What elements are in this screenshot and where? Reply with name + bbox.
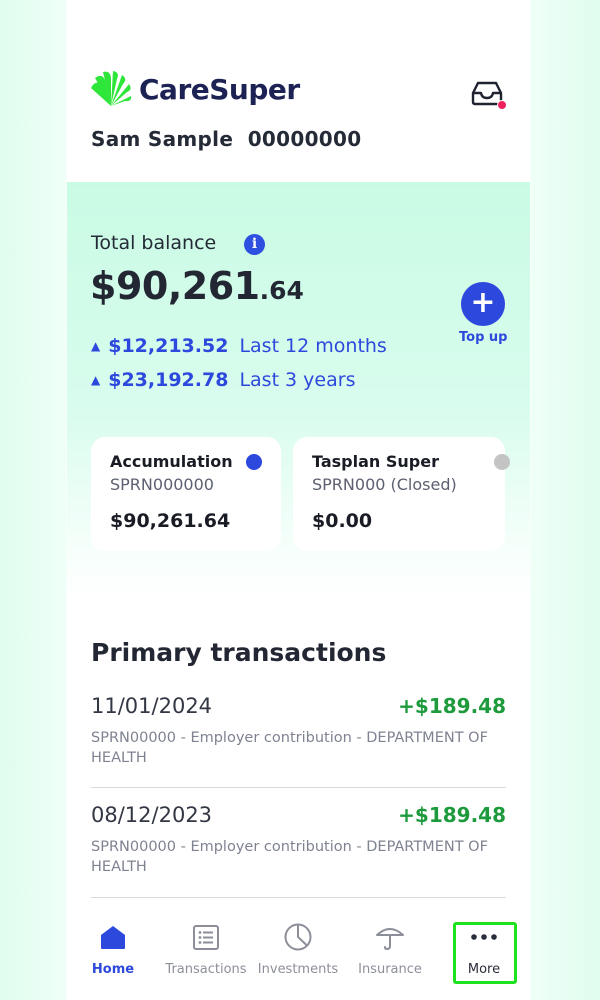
growth-value: $12,213.52 [108, 335, 229, 357]
account-card-tasplan[interactable]: Tasplan Super SPRN000 (Closed) $0.00 [293, 437, 510, 551]
member-info: Sam Sample 00000000 [91, 127, 361, 151]
growth-period: Last 3 years [239, 369, 356, 391]
member-number: 00000000 [247, 127, 362, 151]
account-indicator-dot [494, 454, 510, 470]
balance-cents: .64 [259, 276, 304, 305]
up-arrow-icon: ▲ [91, 339, 101, 353]
home-icon [101, 926, 125, 949]
member-name: Sam Sample [91, 127, 234, 151]
growth-3-years: ▲ $23,192.78 Last 3 years [91, 369, 355, 391]
account-sprn: SPRN000 (Closed) [312, 475, 457, 494]
transaction-date: 11/01/2024 [91, 694, 213, 718]
more-highlight-box [453, 922, 517, 984]
transaction-date: 08/12/2023 [91, 803, 213, 827]
app-screen: CareSuper Sam Sample 00000000 Total bala… [67, 0, 530, 1000]
umbrella-icon [376, 928, 404, 951]
nav-transactions[interactable]: Transactions [160, 920, 252, 977]
nav-label: Insurance [358, 962, 422, 977]
account-sprn: SPRN000000 [110, 475, 214, 494]
transaction-description: SPRN00000 - Employer contribution - DEPA… [91, 730, 488, 766]
pie-chart-icon [284, 923, 312, 951]
growth-period: Last 12 months [239, 335, 387, 357]
bottom-navigation: Home Transactions Investments Insurance … [67, 900, 530, 1000]
caresuper-logo: CareSuper [89, 70, 300, 108]
transactions-heading: Primary transactions [91, 638, 387, 667]
total-balance-label: Total balance [91, 232, 217, 254]
top-up-label[interactable]: Top up [459, 330, 507, 345]
account-amount: $0.00 [312, 510, 373, 532]
palm-leaf-icon [91, 71, 132, 106]
balance-dollars: $90,261 [90, 264, 260, 308]
nav-label: Home [91, 962, 135, 977]
account-amount: $90,261.64 [110, 510, 231, 532]
account-indicator-dot [246, 454, 262, 470]
transaction-description: SPRN00000 - Employer contribution - DEPA… [91, 839, 488, 875]
plus-icon: + [470, 285, 496, 320]
info-icon[interactable]: i [244, 234, 265, 255]
balance-section: Total balance i $90,261.64 ▲ $12,213.52 … [67, 182, 530, 602]
inbox-button[interactable] [471, 80, 507, 110]
list-icon [193, 925, 219, 950]
transaction-amount: +$189.48 [398, 694, 506, 718]
brand-name: CareSuper [139, 72, 300, 106]
growth-value: $23,192.78 [108, 369, 229, 391]
total-balance-amount: $90,261.64 [90, 264, 304, 308]
app-header: CareSuper Sam Sample 00000000 [67, 0, 530, 182]
nav-home[interactable]: Home [67, 920, 159, 977]
up-arrow-icon: ▲ [91, 373, 101, 387]
top-up-button[interactable]: + [461, 282, 505, 326]
nav-insurance[interactable]: Insurance [344, 920, 436, 977]
growth-12-months: ▲ $12,213.52 Last 12 months [91, 335, 387, 357]
account-card-accumulation[interactable]: Accumulation SPRN000000 $90,261.64 [91, 437, 281, 551]
nav-investments[interactable]: Investments [252, 920, 344, 977]
divider [91, 897, 506, 898]
divider [91, 787, 506, 788]
transaction-amount: +$189.48 [398, 803, 506, 827]
nav-label: Investments [257, 962, 339, 977]
account-title: Tasplan Super [312, 452, 439, 471]
nav-label: Transactions [165, 962, 247, 977]
notification-dot [497, 100, 507, 110]
account-title: Accumulation [110, 452, 233, 471]
